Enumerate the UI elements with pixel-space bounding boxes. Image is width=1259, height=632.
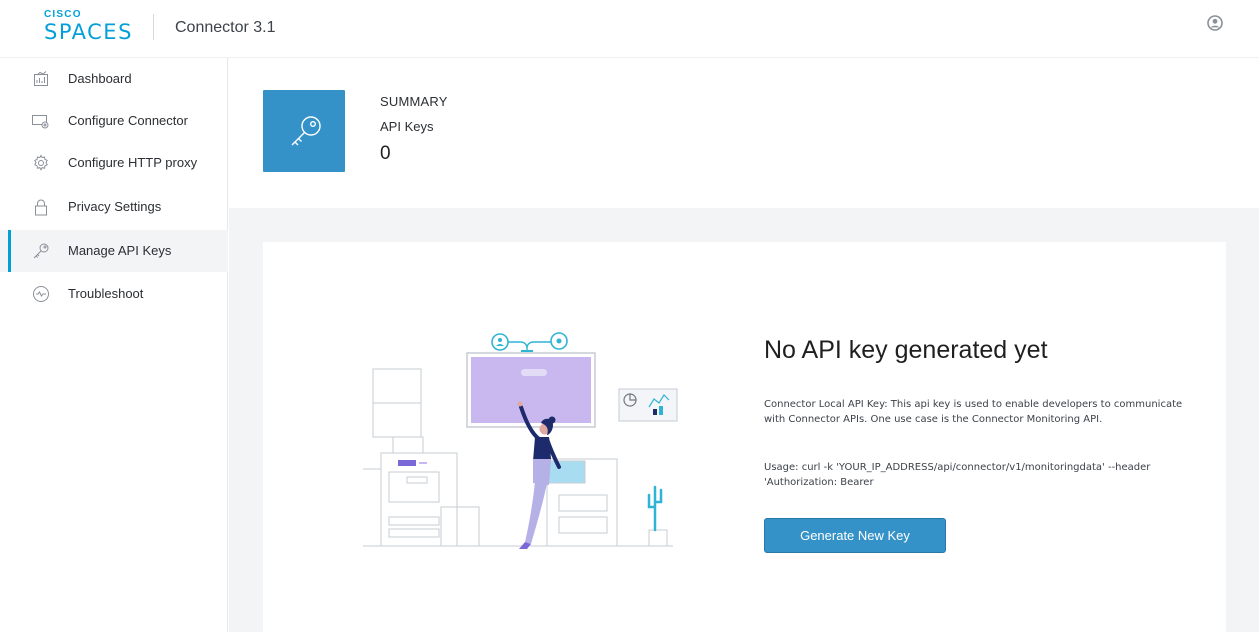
header-divider [153, 14, 154, 40]
empty-state-description: Connector Local API Key: This api key is… [764, 399, 1183, 425]
sidebar-item-label: Configure Connector [68, 113, 188, 128]
top-bar: CISCO SPACES Connector 3.1 [0, 0, 1259, 58]
dashboard-chart-icon [32, 70, 50, 88]
sidebar-item-configure-http-proxy[interactable]: Configure HTTP proxy [0, 142, 228, 184]
summary-api-keys-label: API Keys [380, 119, 434, 134]
sidebar-item-troubleshoot[interactable]: Troubleshoot [0, 273, 228, 315]
pulse-icon [32, 285, 50, 303]
sidebar-item-privacy-settings[interactable]: Privacy Settings [0, 186, 228, 228]
summary-heading: SUMMARY [380, 94, 448, 109]
sidebar-item-label: Manage API Keys [68, 243, 172, 258]
lock-icon [32, 198, 50, 216]
sidebar-item-label: Configure HTTP proxy [68, 155, 198, 170]
sidebar-item-manage-api-keys[interactable]: Manage API Keys [0, 230, 228, 272]
cisco-spaces-logo[interactable]: CISCO SPACES [44, 9, 133, 44]
brand-spaces-text: SPACES [44, 20, 133, 44]
key-icon [32, 242, 50, 260]
empty-state-card: No API key generated yet Connector Local… [263, 242, 1226, 632]
summary-tile [263, 90, 345, 172]
empty-state-usage: Usage: curl -k 'YOUR_IP_ADDRESS/api/conn… [764, 462, 1151, 488]
sidebar-item-dashboard[interactable]: Dashboard [0, 58, 228, 100]
sidebar-item-configure-connector[interactable]: Configure Connector [0, 100, 228, 142]
brand-cisco-text: CISCO [44, 9, 82, 20]
sidebar-item-label: Privacy Settings [68, 199, 162, 214]
empty-state-title: No API key generated yet [764, 336, 1048, 364]
sidebar-item-label: Troubleshoot [68, 286, 144, 301]
configure-connector-icon [32, 112, 50, 130]
summary-api-keys-count: 0 [380, 143, 391, 164]
sidebar-item-label: Dashboard [68, 71, 132, 86]
app-title: Connector 3.1 [175, 19, 276, 36]
key-icon [291, 116, 321, 146]
summary-panel: SUMMARY API Keys 0 [229, 58, 1259, 208]
user-circle-icon[interactable] [1207, 15, 1223, 31]
gear-icon [32, 154, 50, 172]
sidebar: Dashboard Configure Connector Configure … [0, 58, 228, 632]
person-at-screen-illustration [351, 327, 683, 557]
generate-new-key-button[interactable]: Generate New Key [764, 518, 946, 553]
